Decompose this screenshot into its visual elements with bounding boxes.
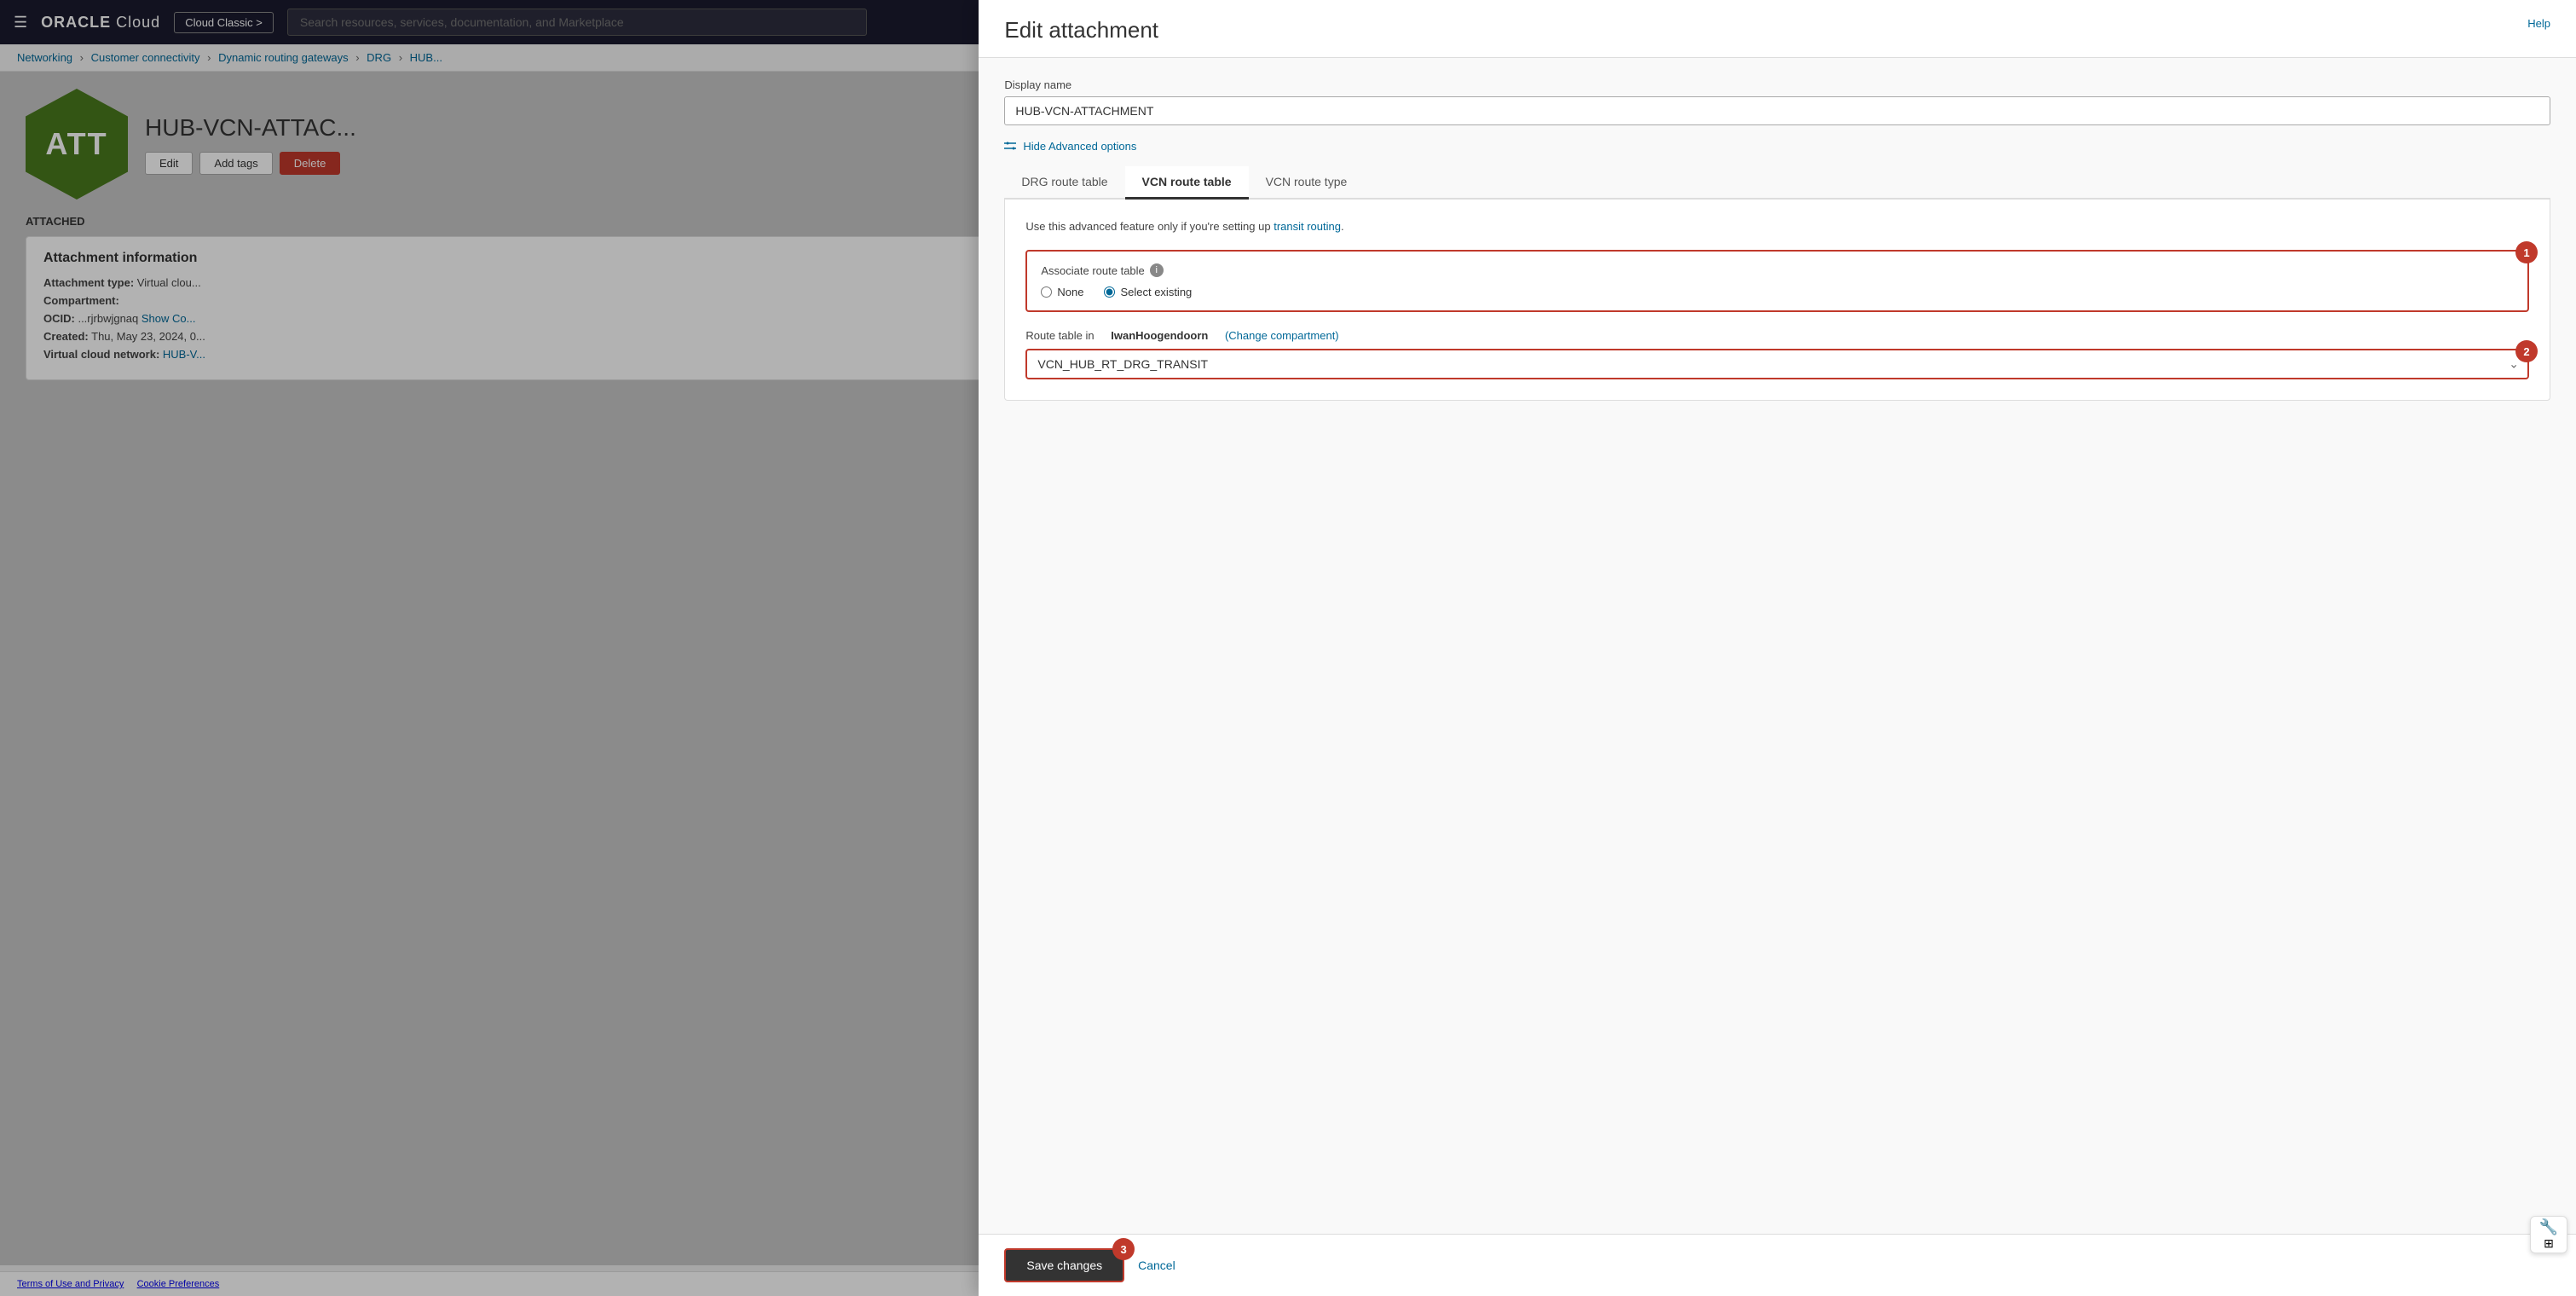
save-changes-button[interactable]: Save changes [1004,1248,1124,1282]
associate-route-table-section: 1 Associate route table i None Select ex… [1025,250,2529,312]
change-compartment-link[interactable]: (Change compartment) [1225,329,1339,342]
display-name-label: Display name [1004,78,2550,91]
radio-none-input[interactable] [1041,286,1052,298]
help-link[interactable]: Help [2527,17,2550,30]
help-widget-grid-icon: ⊞ [2544,1236,2554,1251]
help-widget[interactable]: 🔧 ⊞ [2530,1216,2567,1253]
tab-drg-route-table[interactable]: DRG route table [1004,166,1124,200]
step-badge-2: 2 [2515,340,2538,362]
transit-routing-link[interactable]: transit routing [1274,220,1341,233]
help-widget-top-icon: 🔧 [2539,1218,2558,1236]
radio-select-existing-label: Select existing [1120,286,1192,298]
panel-body: Display name Hide Advanced options DRG r… [979,58,2576,1234]
route-table-dropdown-section: Route table in IwanHoogendoorn (Change c… [1025,329,2529,379]
radio-none-label: None [1057,286,1083,298]
step-badge-1: 1 [2515,241,2538,263]
route-table-label-prefix: Route table in [1025,329,1094,342]
advanced-options-label: Hide Advanced options [1023,140,1136,153]
route-table-select-wrapper: 2 VCN_HUB_RT_DRG_TRANSIT ⌄ [1025,349,2529,379]
radio-select-existing-input[interactable] [1104,286,1115,298]
save-button-container: 3 Save changes [1004,1248,1124,1282]
associate-route-table-label: Associate route table i [1041,263,2514,277]
info-tooltip-icon[interactable]: i [1150,263,1164,277]
panel-header: Edit attachment Help [979,0,2576,58]
cancel-button[interactable]: Cancel [1138,1258,1175,1272]
radio-none-option[interactable]: None [1041,286,1083,298]
associate-radio-group: None Select existing [1041,286,2514,298]
panel-footer: 3 Save changes Cancel [979,1234,2576,1296]
radio-select-existing-option[interactable]: Select existing [1104,286,1192,298]
tab-vcn-route-type[interactable]: VCN route type [1249,166,1365,200]
tab-info-text: Use this advanced feature only if you're… [1025,220,2529,233]
step-badge-3: 3 [1112,1238,1135,1260]
route-table-compartment-name: IwanHoogendoorn [1111,329,1208,342]
display-name-input[interactable] [1004,96,2550,125]
route-table-tabs: DRG route table VCN route table VCN rout… [1004,166,2550,200]
tab-vcn-route-table[interactable]: VCN route table [1125,166,1249,200]
route-table-select[interactable]: VCN_HUB_RT_DRG_TRANSIT [1027,350,2527,378]
advanced-options-toggle[interactable]: Hide Advanced options [1004,139,2550,153]
panel-title: Edit attachment [1004,17,1158,43]
tab-content-vcn-route-table: Use this advanced feature only if you're… [1004,200,2550,401]
edit-attachment-panel: Edit attachment Help Display name Hide A… [979,0,2576,1296]
route-table-label: Route table in IwanHoogendoorn (Change c… [1025,329,2529,342]
sliders-icon [1004,139,1018,153]
